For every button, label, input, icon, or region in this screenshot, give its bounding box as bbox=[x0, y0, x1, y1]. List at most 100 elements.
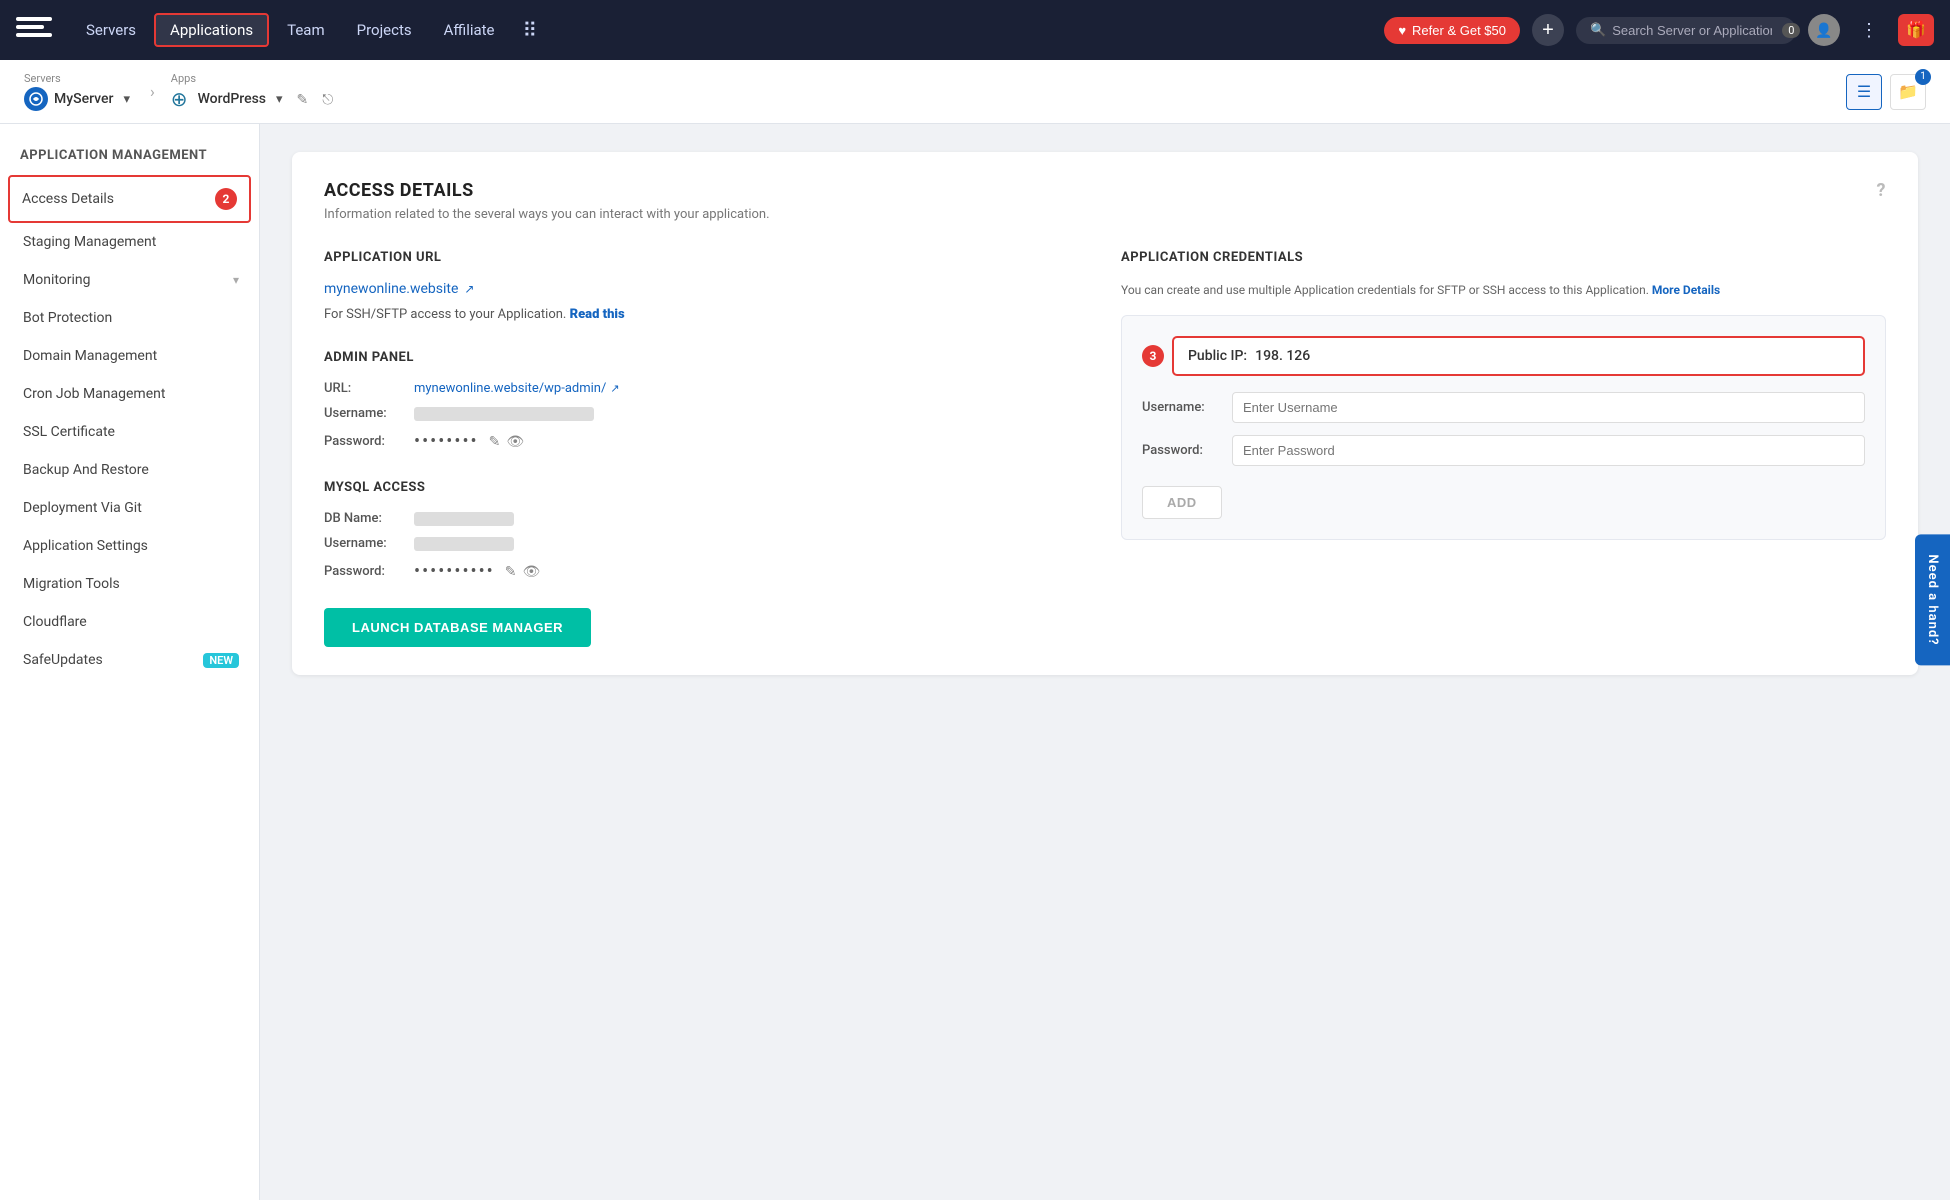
nav-team[interactable]: Team bbox=[273, 15, 339, 45]
right-column: APPLICATION CREDENTIALS You can create a… bbox=[1121, 250, 1886, 647]
admin-username-label: Username: bbox=[324, 406, 404, 421]
app-url-link[interactable]: mynewonline.website ↗ bbox=[324, 281, 1089, 297]
more-options-icon[interactable]: ⋮ bbox=[1852, 16, 1886, 45]
app-url-section: APPLICATION URL mynewonline.website ↗ Fo… bbox=[324, 250, 1089, 322]
db-name-row: DB Name: bbox=[324, 511, 1089, 526]
search-bar: 🔍 0 bbox=[1576, 17, 1796, 44]
new-badge: NEW bbox=[203, 653, 239, 668]
password-actions: ✎ 👁 bbox=[489, 434, 525, 450]
credentials-box: 3 Public IP: 198. 126 Username: Passwo bbox=[1121, 315, 1886, 540]
admin-panel-header: ADMIN PANEL bbox=[324, 350, 1089, 365]
monitoring-label: Monitoring bbox=[23, 272, 91, 288]
cred-username-label: Username: bbox=[1142, 400, 1222, 415]
admin-url-label: URL: bbox=[324, 381, 404, 396]
sidebar-item-migration[interactable]: Migration Tools bbox=[0, 565, 259, 603]
gift-button[interactable]: 🎁 bbox=[1898, 14, 1934, 46]
sidebar-item-cron[interactable]: Cron Job Management bbox=[0, 375, 259, 413]
step-3-badge: 3 bbox=[1142, 345, 1164, 367]
credentials-header: APPLICATION CREDENTIALS bbox=[1121, 250, 1886, 265]
nav-affiliate[interactable]: Affiliate bbox=[430, 15, 509, 45]
sidebar-item-bot-protection[interactable]: Bot Protection bbox=[0, 299, 259, 337]
sidebar-item-cloudflare[interactable]: Cloudflare bbox=[0, 603, 259, 641]
app-url-header: APPLICATION URL bbox=[324, 250, 1089, 265]
admin-url-link[interactable]: mynewonline.website/wp-admin/ ↗ bbox=[414, 381, 620, 396]
admin-url-row: URL: mynewonline.website/wp-admin/ ↗ bbox=[324, 381, 1089, 396]
cred-username-row: Username: bbox=[1142, 392, 1865, 423]
top-nav: Servers Applications Team Projects Affil… bbox=[0, 0, 1950, 60]
mysql-password-label: Password: bbox=[324, 564, 404, 579]
nav-right: ♥ Refer & Get $50 + 🔍 0 👤 ⋮ 🎁 bbox=[1384, 14, 1934, 46]
sidebar-item-app-settings[interactable]: Application Settings bbox=[0, 527, 259, 565]
backup-label: Backup And Restore bbox=[23, 462, 149, 478]
sidebar-item-staging[interactable]: Staging Management bbox=[0, 223, 259, 261]
sidebar-title: Application Management bbox=[0, 148, 259, 175]
mysql-password-row: Password: •••••••••• ✎ 👁 bbox=[324, 561, 1089, 582]
sidebar-item-safeupdates[interactable]: SafeUpdates NEW bbox=[0, 641, 259, 679]
refer-button[interactable]: ♥ Refer & Get $50 bbox=[1384, 17, 1520, 44]
app-name-row: ⊕ WordPress ▾ ✎ ⎋ bbox=[171, 87, 338, 111]
list-view-button[interactable]: ☰ bbox=[1846, 74, 1882, 110]
two-column-layout: APPLICATION URL mynewonline.website ↗ Fo… bbox=[324, 250, 1886, 647]
nav-projects[interactable]: Projects bbox=[343, 15, 426, 45]
sidebar-item-deployment[interactable]: Deployment Via Git bbox=[0, 489, 259, 527]
nav-items: Servers Applications Team Projects Affil… bbox=[72, 12, 1376, 48]
folder-badge: 1 bbox=[1915, 69, 1931, 85]
main-content: ACCESS DETAILS ? Information related to … bbox=[260, 124, 1950, 1200]
sidebar-item-access-details[interactable]: Access Details 2 bbox=[8, 175, 251, 223]
sidebar-item-domain[interactable]: Domain Management bbox=[0, 337, 259, 375]
admin-external-icon: ↗ bbox=[610, 382, 619, 395]
edit-mysql-password-icon[interactable]: ✎ bbox=[505, 564, 517, 580]
app-settings-label: Application Settings bbox=[23, 538, 148, 554]
cred-password-input[interactable] bbox=[1232, 435, 1865, 466]
notif-badge: 0 bbox=[1782, 23, 1800, 38]
server-dropdown-button[interactable]: ▾ bbox=[119, 89, 134, 109]
mysql-header: MYSQL ACCESS bbox=[324, 480, 1089, 495]
more-details-link[interactable]: More Details bbox=[1652, 283, 1720, 297]
access-details-label: Access Details bbox=[22, 191, 114, 207]
search-input[interactable] bbox=[1612, 23, 1772, 38]
show-mysql-password-icon[interactable]: 👁 bbox=[522, 564, 540, 580]
admin-username-value bbox=[414, 407, 594, 421]
migration-label: Migration Tools bbox=[23, 576, 120, 592]
section-subtitle: Information related to the several ways … bbox=[324, 207, 1886, 222]
cred-username-input[interactable] bbox=[1232, 392, 1865, 423]
admin-password-row: Password: •••••••• ✎ 👁 bbox=[324, 431, 1089, 452]
section-title: ACCESS DETAILS ? bbox=[324, 180, 1886, 201]
staging-label: Staging Management bbox=[23, 234, 156, 250]
db-name-label: DB Name: bbox=[324, 511, 404, 526]
help-pull-tab[interactable]: Need a hand? bbox=[1915, 534, 1950, 665]
servers-label: Servers bbox=[24, 72, 134, 85]
read-this-link[interactable]: Read this bbox=[570, 307, 625, 322]
safeupdates-label: SafeUpdates bbox=[23, 652, 103, 668]
apps-label: Apps bbox=[171, 72, 338, 85]
launch-db-button[interactable]: LAUNCH DATABASE MANAGER bbox=[324, 608, 591, 647]
sidebar-item-backup[interactable]: Backup And Restore bbox=[0, 451, 259, 489]
folder-button[interactable]: 📁 1 bbox=[1890, 74, 1926, 110]
grid-icon[interactable]: ⠿ bbox=[513, 12, 548, 48]
admin-url-value: mynewonline.website/wp-admin/ bbox=[414, 381, 606, 396]
server-breadcrumb: Servers MyServer ▾ bbox=[24, 72, 134, 111]
title-text: ACCESS DETAILS bbox=[324, 180, 474, 201]
add-credential-button[interactable]: ADD bbox=[1142, 486, 1222, 519]
user-avatar[interactable]: 👤 bbox=[1808, 14, 1840, 46]
external-link-button[interactable]: ⎋ bbox=[318, 89, 337, 110]
show-password-icon[interactable]: 👁 bbox=[506, 434, 524, 450]
wordpress-icon: ⊕ bbox=[171, 87, 188, 111]
sidebar-item-ssl[interactable]: SSL Certificate bbox=[0, 413, 259, 451]
edit-password-icon[interactable]: ✎ bbox=[489, 434, 501, 450]
mysql-section: MYSQL ACCESS DB Name: Username: Password… bbox=[324, 480, 1089, 647]
nav-applications[interactable]: Applications bbox=[154, 13, 269, 47]
help-icon[interactable]: ? bbox=[1877, 180, 1886, 201]
app-dropdown-button[interactable]: ▾ bbox=[272, 89, 287, 109]
admin-password-label: Password: bbox=[324, 434, 404, 449]
external-icon: ↗ bbox=[464, 282, 474, 296]
nav-servers[interactable]: Servers bbox=[72, 15, 150, 45]
cred-password-label: Password: bbox=[1142, 443, 1222, 458]
deployment-label: Deployment Via Git bbox=[23, 500, 142, 516]
sidebar-item-monitoring[interactable]: Monitoring ▾ bbox=[0, 261, 259, 299]
mysql-username-label: Username: bbox=[324, 536, 404, 551]
public-ip-row: Public IP: 198. 126 bbox=[1172, 336, 1865, 376]
add-button[interactable]: + bbox=[1532, 14, 1564, 46]
edit-app-button[interactable]: ✎ bbox=[293, 89, 313, 110]
breadcrumb-bar: Servers MyServer ▾ › Apps ⊕ WordPress ▾ … bbox=[0, 60, 1950, 124]
